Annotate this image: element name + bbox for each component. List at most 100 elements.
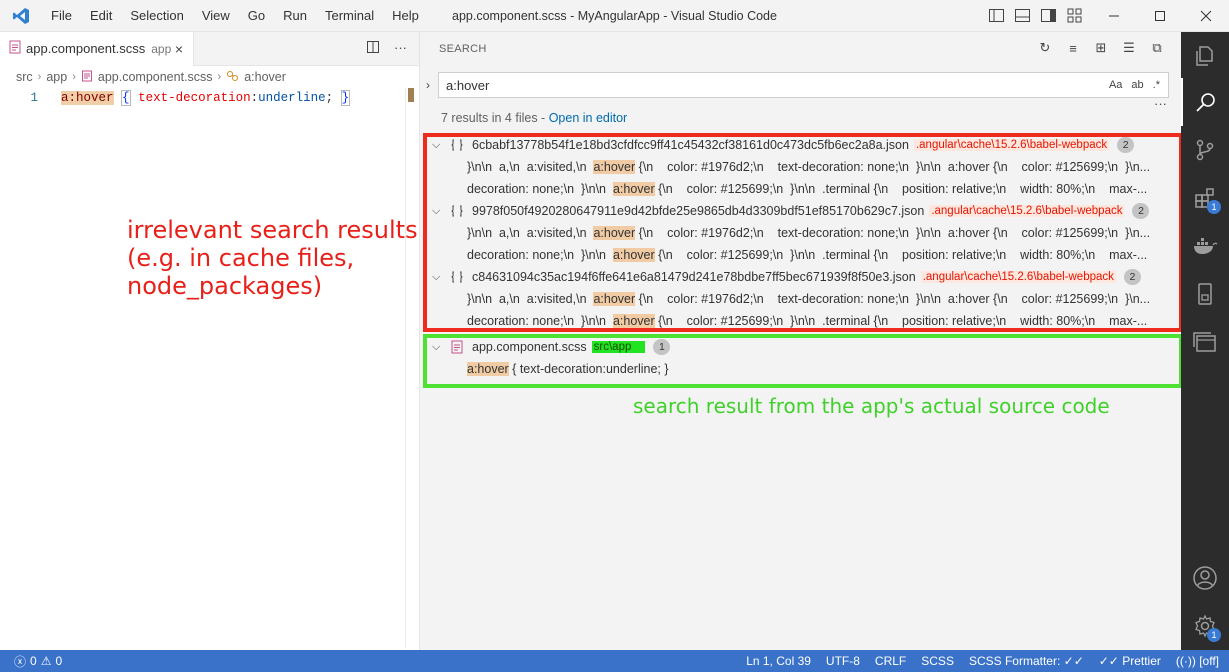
status-live-server[interactable]: ((·)) [off] xyxy=(1176,654,1219,668)
breadcrumb-file[interactable]: app.component.scss xyxy=(98,70,213,84)
result-match[interactable]: decoration: none;\n }\n\n a:hover {\n co… xyxy=(420,244,1181,266)
status-encoding[interactable]: UTF-8 xyxy=(826,654,860,668)
result-file[interactable]: ⌵ c84631094c35ac194f6ffe641e6a81479d241e… xyxy=(420,266,1181,288)
result-match[interactable]: a:hover { text-decoration:underline; } xyxy=(420,358,1181,380)
accounts-icon[interactable] xyxy=(1181,554,1229,602)
source-control-icon[interactable] xyxy=(1181,126,1229,174)
annotation-red-line: irrelevant search results xyxy=(127,216,418,244)
result-match[interactable]: }\n\n a,\n a:visited,\n a:hover {\n colo… xyxy=(420,288,1181,310)
panel-windows-icon[interactable] xyxy=(1181,318,1229,366)
extensions-icon[interactable]: 1 xyxy=(1181,174,1229,222)
annotation-relevant-result: search result from the app's actual sour… xyxy=(633,394,1110,418)
result-match[interactable]: }\n\n a,\n a:visited,\n a:hover {\n colo… xyxy=(420,222,1181,244)
toggle-secondary-sidebar-icon[interactable] xyxy=(1040,7,1057,24)
code-line[interactable]: 1 a:hover { text-decoration:underline; } xyxy=(0,88,419,107)
explorer-icon[interactable] xyxy=(1181,32,1229,80)
search-options: Aa ab .* xyxy=(1109,79,1168,91)
refresh-icon[interactable]: ↻ xyxy=(1037,40,1053,56)
results-count: 7 results in 4 files - xyxy=(441,111,549,125)
match-after: {\n color: #1976d2;\n text-decoration: n… xyxy=(635,160,1151,174)
code-text[interactable]: a:hover { text-decoration:underline; } xyxy=(61,89,351,106)
match-whole-word-toggle[interactable]: ab xyxy=(1131,79,1143,91)
status-prettier[interactable]: ✓✓ Prettier xyxy=(1099,654,1161,668)
breadcrumb-src[interactable]: src xyxy=(16,70,33,84)
result-match[interactable]: }\n\n a,\n a:visited,\n a:hover {\n colo… xyxy=(420,156,1181,178)
split-editor-icon[interactable] xyxy=(366,40,380,57)
search-input[interactable]: a:hover Aa ab .* xyxy=(438,72,1169,98)
toggle-panel-icon[interactable] xyxy=(1014,7,1031,24)
clear-results-icon[interactable]: ≡ xyxy=(1065,40,1081,56)
menu-view[interactable]: View xyxy=(193,0,239,32)
minimize-icon[interactable] xyxy=(1091,0,1137,32)
status-formatter[interactable]: SCSS Formatter: ✓✓ xyxy=(969,654,1084,668)
error-count: 0 xyxy=(30,654,37,668)
status-right: Ln 1, Col 39 UTF-8 CRLF SCSS SCSS Format… xyxy=(746,654,1229,668)
chevron-down-icon[interactable]: ⌵ xyxy=(432,271,446,284)
menu-run[interactable]: Run xyxy=(274,0,316,32)
menu-edit[interactable]: Edit xyxy=(81,0,121,32)
code-property: text-decoration xyxy=(138,90,251,105)
menu-go[interactable]: Go xyxy=(239,0,274,32)
toggle-primary-sidebar-icon[interactable] xyxy=(988,7,1005,24)
toggle-replace-chevron-icon[interactable]: › xyxy=(426,78,430,92)
status-language[interactable]: SCSS xyxy=(921,654,954,668)
view-as-tree-icon[interactable]: ☰ xyxy=(1121,40,1137,56)
open-in-editor-link[interactable]: Open in editor xyxy=(549,111,628,125)
result-file-path: .angular\cache\15.2.6\babel-webpack xyxy=(929,205,1125,217)
new-search-editor-icon[interactable]: ⊞ xyxy=(1093,40,1109,56)
search-icon[interactable] xyxy=(1181,78,1229,126)
toggle-search-details-icon[interactable]: ··· xyxy=(1154,96,1167,111)
status-eol[interactable]: CRLF xyxy=(875,654,906,668)
code-semicolon: ; xyxy=(325,90,334,105)
status-cursor-position[interactable]: Ln 1, Col 39 xyxy=(746,654,811,668)
layout-controls xyxy=(988,7,1083,24)
search-panel: SEARCH ↻ ≡ ⊞ ☰ ⧉ › a:hover Aa ab .* ··· … xyxy=(420,32,1181,650)
breadcrumb-symbol[interactable]: a:hover xyxy=(244,70,286,84)
tab-description: app xyxy=(151,41,172,56)
tab-close-icon[interactable]: × xyxy=(175,41,183,57)
json-file-icon xyxy=(450,138,466,152)
status-problems[interactable]: ⓧ 0 ⚠ 0 xyxy=(0,653,62,670)
menu-file[interactable]: File xyxy=(42,0,81,32)
remote-explorer-icon[interactable] xyxy=(1181,270,1229,318)
result-match[interactable]: decoration: none;\n }\n\n a:hover {\n co… xyxy=(420,310,1181,332)
live-server-state: [off] xyxy=(1199,654,1219,668)
use-regex-toggle[interactable]: .* xyxy=(1153,79,1160,91)
chevron-down-icon[interactable]: ⌵ xyxy=(432,139,446,152)
match-highlight: a:hover xyxy=(593,226,636,240)
result-file[interactable]: ⌵ 9978f050f4920280647911e9d42bfde25e9865… xyxy=(420,200,1181,222)
menu-terminal[interactable]: Terminal xyxy=(316,0,383,32)
annotation-red-line: node_packages) xyxy=(127,272,323,300)
collapse-all-icon[interactable]: ⧉ xyxy=(1149,40,1165,56)
tab-app-component-scss[interactable]: app.component.scss app × xyxy=(0,31,194,66)
broadcast-icon: ((·)) xyxy=(1175,654,1200,668)
menu-help[interactable]: Help xyxy=(383,0,428,32)
manage-gear-icon[interactable]: 1 xyxy=(1181,602,1229,650)
result-file[interactable]: ⌵ 6cbabf13778b54f1e18bd3cfdfcc9ff41c4543… xyxy=(420,134,1181,156)
code-value: underline xyxy=(258,90,326,105)
docker-icon[interactable] xyxy=(1181,222,1229,270)
breadcrumb-app[interactable]: app xyxy=(46,70,67,84)
maximize-icon[interactable] xyxy=(1137,0,1183,32)
result-count-badge: 2 xyxy=(1123,269,1141,285)
warning-count: 0 xyxy=(55,654,63,668)
result-file-app[interactable]: ⌵ app.component.scss src\app 1 xyxy=(420,336,1181,358)
result-count-badge: 2 xyxy=(1132,203,1150,219)
more-actions-icon[interactable]: ··· xyxy=(394,40,407,57)
code-close-brace: } xyxy=(340,89,351,106)
annotation-irrelevant-results: irrelevant search results (e.g. in cache… xyxy=(127,216,418,300)
match-highlight: a:hover xyxy=(612,248,655,262)
customize-layout-icon[interactable] xyxy=(1066,7,1083,24)
menu-selection[interactable]: Selection xyxy=(121,0,192,32)
editor-scrollbar[interactable] xyxy=(405,88,419,648)
close-window-icon[interactable] xyxy=(1183,0,1229,32)
match-case-toggle[interactable]: Aa xyxy=(1109,79,1122,91)
vscode-logo-icon xyxy=(0,0,42,32)
result-match[interactable]: decoration: none;\n }\n\n a:hover {\n co… xyxy=(420,178,1181,200)
editor-group: app.component.scss app × ··· src › app ›… xyxy=(0,31,420,650)
search-results: ⌵ 6cbabf13778b54f1e18bd3cfdfcc9ff41c4543… xyxy=(420,134,1181,380)
editor-tabs: app.component.scss app × xyxy=(0,31,419,66)
extensions-badge: 1 xyxy=(1207,200,1221,214)
chevron-down-icon[interactable]: ⌵ xyxy=(432,205,446,218)
chevron-down-icon[interactable]: ⌵ xyxy=(432,341,446,354)
